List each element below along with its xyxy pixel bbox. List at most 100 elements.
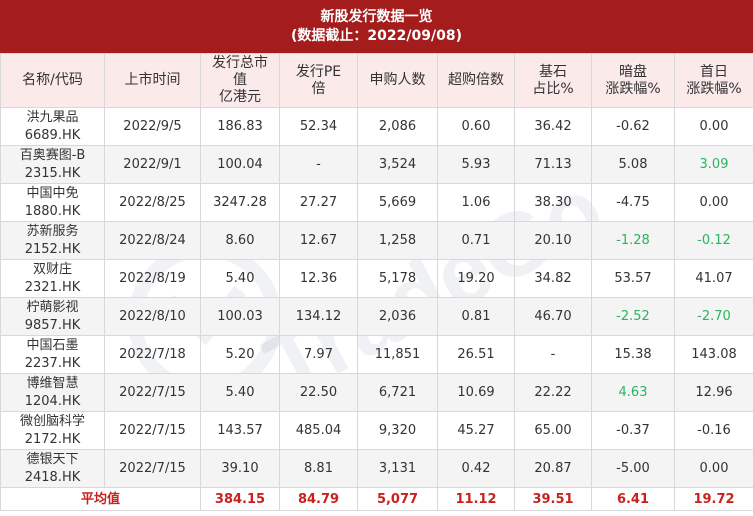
- column-header: 上市时间: [104, 53, 201, 108]
- first-day-change-cell: 3.09: [674, 145, 753, 184]
- column-header: 基石 占比%: [514, 53, 592, 108]
- oversubscription-cell: 19.20: [437, 259, 515, 298]
- column-header-line: 暗盘: [619, 63, 647, 80]
- first-day-change-cell: 41.07: [674, 259, 753, 298]
- pe-cell: 12.67: [279, 221, 358, 260]
- first-day-change-cell: -0.16: [674, 411, 753, 450]
- page-title: 新股发行数据一览: [320, 8, 433, 25]
- stock-name: 德银天下: [26, 451, 79, 467]
- column-header-line: 值: [233, 72, 247, 88]
- market-cap-cell: 143.57: [200, 411, 280, 450]
- first-day-change-cell: 0.00: [674, 449, 753, 488]
- listing-date-cell: 2022/7/15: [104, 449, 201, 488]
- column-header-line: 占比%: [532, 80, 574, 97]
- grey-market-change-cell: -0.62: [591, 107, 675, 146]
- column-header-line: 超购倍数: [448, 72, 504, 88]
- pe-cell: 7.97: [279, 335, 358, 374]
- cornerstone-cell: 20.87: [514, 449, 592, 488]
- pe-cell: -: [279, 145, 358, 184]
- stock-name: 中国中免: [26, 185, 79, 201]
- average-row: 平均值 384.15 84.79 5,077 11.12 39.51 6.41 19.72: [0, 487, 753, 511]
- title-bar: 新股发行数据一览 (数据截止：2022/09/08): [0, 0, 753, 53]
- stock-code: 6689.HK: [24, 127, 81, 143]
- listing-date-cell: 2022/8/24: [104, 221, 201, 260]
- stock-name: 双财庄: [32, 261, 72, 277]
- column-header-line: 发行PE: [295, 63, 342, 80]
- grey-market-change-cell: 53.57: [591, 259, 675, 298]
- market-cap-cell: 100.03: [200, 297, 280, 336]
- stock-code: 2315.HK: [24, 165, 81, 181]
- grey-market-change-cell: -5.00: [591, 449, 675, 488]
- cornerstone-cell: 38.30: [514, 183, 592, 222]
- market-cap-cell: 5.40: [200, 259, 280, 298]
- table-row: 博维智慧 1204.HK 2022/7/15 5.40 22.50 6,721 10.69 2…: [0, 373, 753, 412]
- grey-market-change-cell: 5.08: [591, 145, 675, 184]
- market-cap-cell: 3247.28: [200, 183, 280, 222]
- table-row: 洪九果品 6689.HK 2022/9/5 186.83 52.34 2,086 0.60 3…: [0, 107, 753, 146]
- stock-name-cell: 中国中免 1880.HK: [0, 183, 105, 222]
- column-header: 暗盘 涨跌幅%: [591, 53, 675, 108]
- stock-name-cell: 双财庄 2321.HK: [0, 259, 105, 298]
- cornerstone-cell: 20.10: [514, 221, 592, 260]
- market-cap-cell: 5.20: [200, 335, 280, 374]
- cornerstone-cell: 46.70: [514, 297, 592, 336]
- column-header-line: 涨跌幅%: [686, 80, 742, 97]
- table-row: 微创脑科学 2172.HK 2022/7/15 143.57 485.04 9,320 45…: [0, 411, 753, 450]
- table-row: 中国中免 1880.HK 2022/8/25 3247.28 27.27 5,669 1.0…: [0, 183, 753, 222]
- table-row: 柠萌影视 9857.HK 2022/8/10 100.03 134.12 2,036 0.8…: [0, 297, 753, 336]
- stock-name: 百奥赛图-B: [19, 147, 86, 163]
- stock-name-cell: 百奥赛图-B 2315.HK: [0, 145, 105, 184]
- stock-name: 中国石墨: [26, 337, 79, 353]
- average-over-cell: 11.12: [437, 487, 515, 511]
- oversubscription-cell: 26.51: [437, 335, 515, 374]
- table-row: 德银天下 2418.HK 2022/7/15 39.10 8.81 3,131 0.42 20…: [0, 449, 753, 488]
- grey-market-change-cell: -1.28: [591, 221, 675, 260]
- subscribers-cell: 3,524: [357, 145, 438, 184]
- stock-name-cell: 柠萌影视 9857.HK: [0, 297, 105, 336]
- stock-code: 2172.HK: [24, 431, 81, 447]
- cornerstone-cell: 22.22: [514, 373, 592, 412]
- listing-date-cell: 2022/8/19: [104, 259, 201, 298]
- stock-name-cell: 微创脑科学 2172.HK: [0, 411, 105, 450]
- pe-cell: 134.12: [279, 297, 358, 336]
- grey-market-change-cell: 15.38: [591, 335, 675, 374]
- table-row: 双财庄 2321.HK 2022/8/19 5.40 12.36 5,178 19.20 34…: [0, 259, 753, 298]
- column-header-line: 倍: [311, 80, 326, 97]
- data-cutoff-subtitle: (数据截止：2022/09/08): [291, 27, 462, 44]
- stock-code: 1880.HK: [24, 203, 81, 219]
- average-corner-cell: 39.51: [514, 487, 592, 511]
- column-header: 发行PE 倍: [279, 53, 358, 108]
- pe-cell: 8.81: [279, 449, 358, 488]
- stock-code: 2321.HK: [24, 279, 81, 295]
- listing-date-cell: 2022/9/5: [104, 107, 201, 146]
- subscribers-cell: 2,036: [357, 297, 438, 336]
- stock-name: 洪九果品: [26, 109, 79, 125]
- column-header-line: 首日: [700, 63, 728, 80]
- stock-name-cell: 德银天下 2418.HK: [0, 449, 105, 488]
- column-header-line: 发行总市: [212, 55, 268, 71]
- first-day-change-cell: 12.96: [674, 373, 753, 412]
- column-header-line: 基石: [539, 63, 567, 80]
- subscribers-cell: 5,178: [357, 259, 438, 298]
- stock-name: 苏新服务: [26, 223, 79, 239]
- first-day-change-cell: -2.70: [674, 297, 753, 336]
- column-header-line: 名称/代码: [22, 72, 83, 88]
- grey-market-change-cell: 4.63: [591, 373, 675, 412]
- pe-cell: 485.04: [279, 411, 358, 450]
- subscribers-cell: 5,669: [357, 183, 438, 222]
- pe-cell: 52.34: [279, 107, 358, 146]
- cornerstone-cell: 65.00: [514, 411, 592, 450]
- column-header: 发行总市值亿港元: [200, 53, 280, 108]
- column-header: 申购人数: [357, 53, 438, 108]
- oversubscription-cell: 0.42: [437, 449, 515, 488]
- listing-date-cell: 2022/9/1: [104, 145, 201, 184]
- listing-date-cell: 2022/7/18: [104, 335, 201, 374]
- listing-date-cell: 2022/8/25: [104, 183, 201, 222]
- market-cap-cell: 100.04: [200, 145, 280, 184]
- grey-market-change-cell: -2.52: [591, 297, 675, 336]
- grey-market-change-cell: -4.75: [591, 183, 675, 222]
- first-day-change-cell: 0.00: [674, 183, 753, 222]
- oversubscription-cell: 0.81: [437, 297, 515, 336]
- subscribers-cell: 2,086: [357, 107, 438, 146]
- stock-name-cell: 洪九果品 6689.HK: [0, 107, 105, 146]
